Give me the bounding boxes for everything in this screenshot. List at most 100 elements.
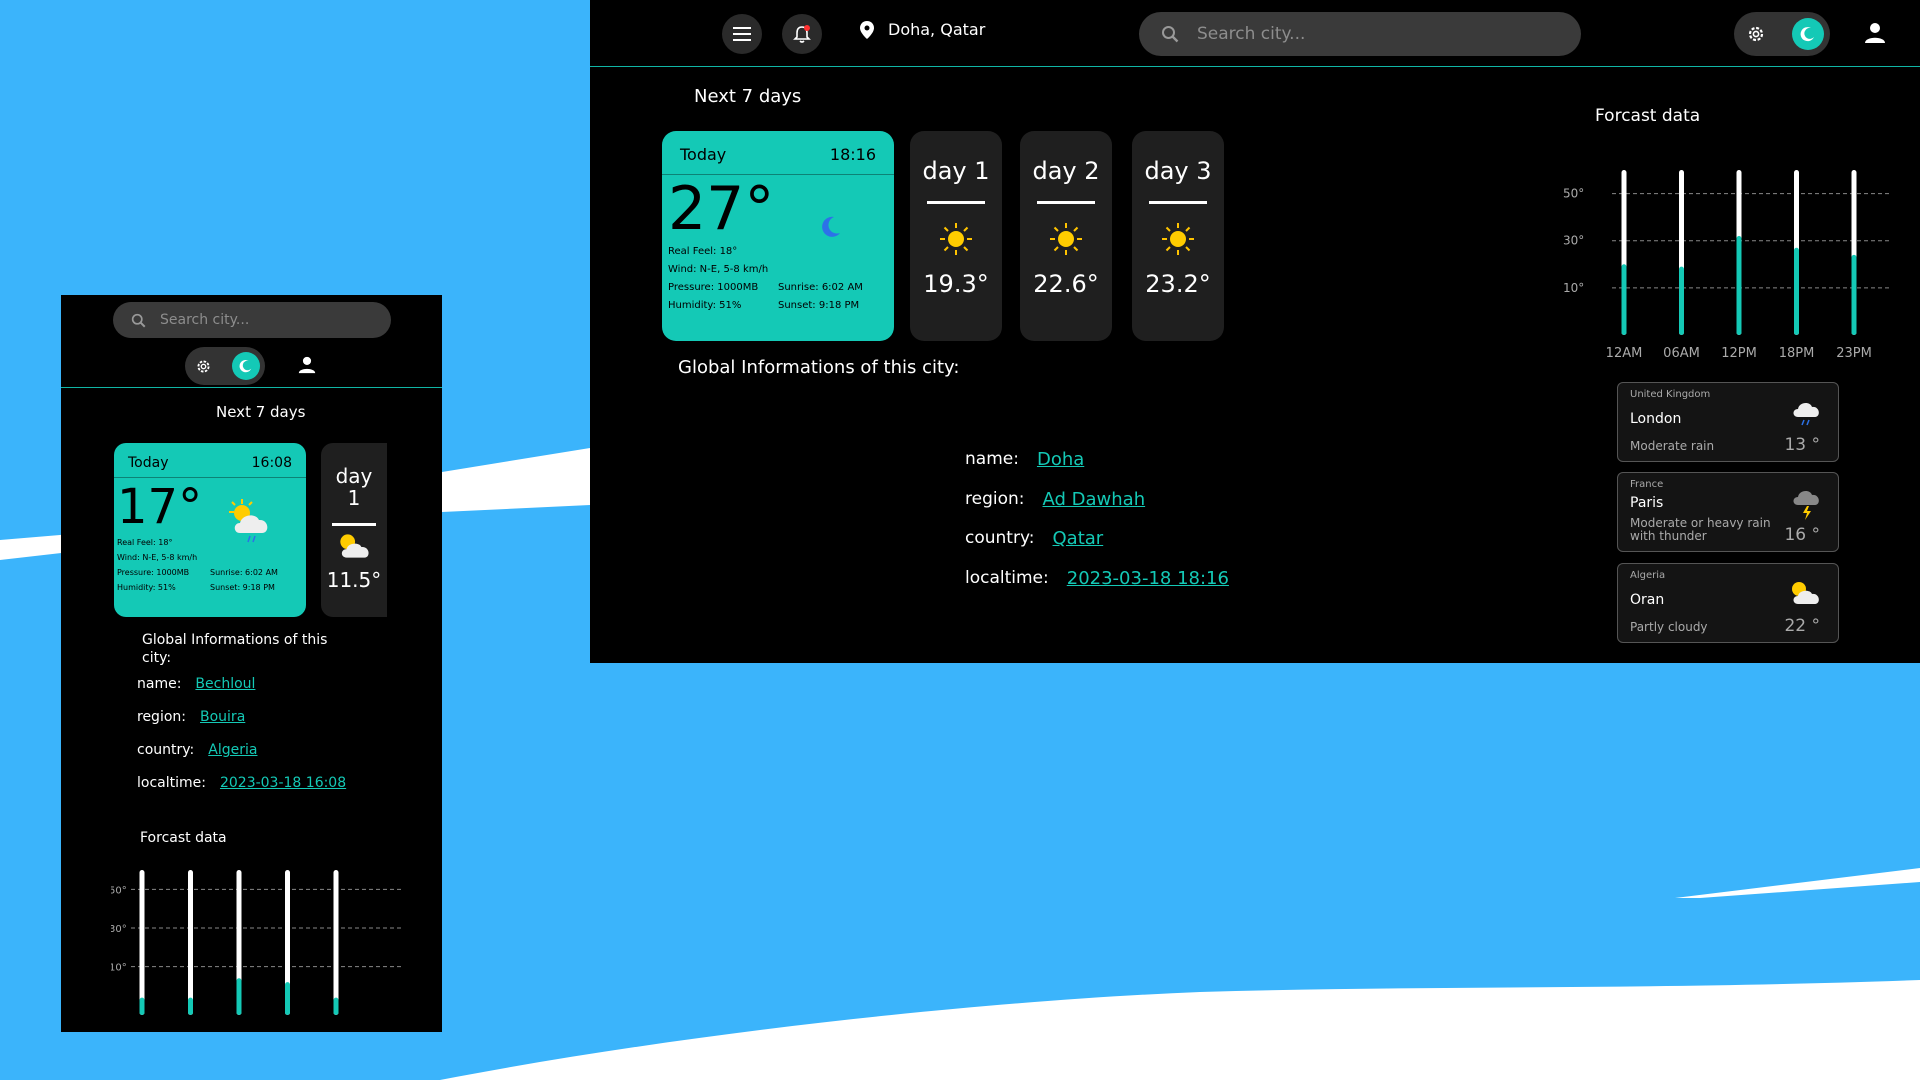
user-icon bbox=[1865, 23, 1885, 43]
forecast-bar bbox=[1851, 254, 1857, 335]
localtime-link[interactable]: 2023-03-18 18:16 bbox=[1067, 568, 1229, 589]
country-link[interactable]: Qatar bbox=[1053, 528, 1104, 549]
sunrise: Sunrise: 6:02 AM bbox=[210, 568, 278, 577]
info-label: country: bbox=[137, 742, 195, 758]
moon-icon bbox=[822, 216, 840, 237]
today-card[interactable]: Today 18:16 27° Real Feel: 18° Wind: N-E… bbox=[662, 131, 894, 341]
settings-theme-group bbox=[185, 347, 265, 385]
sun-icon bbox=[1020, 222, 1112, 260]
gear-icon[interactable] bbox=[195, 358, 212, 375]
y-tick-label: 10° bbox=[1563, 281, 1584, 295]
forecast-bar bbox=[1794, 247, 1799, 335]
search-bar[interactable] bbox=[1139, 12, 1581, 56]
weather-description: Moderate or heavy rain with thunder bbox=[1630, 516, 1771, 543]
location-label: Doha, Qatar bbox=[888, 20, 986, 39]
forecast-title: Forcast data bbox=[140, 830, 227, 846]
sun-icon bbox=[1132, 222, 1224, 260]
search-bar[interactable] bbox=[113, 302, 391, 338]
menu-button[interactable] bbox=[722, 14, 762, 54]
country-name: France bbox=[1630, 479, 1664, 490]
partly-cloudy-icon bbox=[340, 534, 369, 558]
city-weather-card[interactable]: France Paris Moderate or heavy rain with… bbox=[1617, 472, 1839, 552]
day-name: day 1 bbox=[321, 465, 387, 509]
bell-icon bbox=[793, 25, 811, 43]
sunset: Sunset: 9:18 PM bbox=[210, 583, 275, 592]
sun-icon bbox=[910, 222, 1002, 260]
day-card[interactable]: day 3 23.2° bbox=[1132, 131, 1224, 341]
country-name: Algeria bbox=[1630, 570, 1666, 581]
theme-toggle[interactable] bbox=[1792, 18, 1824, 50]
top-bar: Doha, Qatar bbox=[590, 0, 1920, 67]
rain-cloud-icon bbox=[1793, 403, 1819, 426]
city-name-link[interactable]: Bechloul bbox=[195, 676, 255, 692]
sunset: Sunset: 9:18 PM bbox=[778, 300, 860, 311]
country-name: United Kingdom bbox=[1630, 389, 1711, 400]
partly-cloudy-rain-icon bbox=[229, 499, 268, 543]
forecast-bar bbox=[1679, 266, 1684, 335]
forecast-bar bbox=[1736, 236, 1742, 335]
day-name: day 1 bbox=[922, 157, 990, 185]
forecast-title: Forcast data bbox=[1595, 106, 1701, 126]
next-days-title: Next 7 days bbox=[694, 86, 802, 107]
search-input[interactable] bbox=[160, 312, 360, 328]
info-region-row: region: Ad Dawhah bbox=[965, 489, 1145, 510]
today-label: Today bbox=[680, 145, 727, 164]
country-link[interactable]: Algeria bbox=[208, 742, 257, 758]
day-temperature: 19.3° bbox=[923, 270, 989, 298]
divider bbox=[927, 201, 985, 204]
forecast-bar bbox=[236, 978, 242, 1015]
sunrise: Sunrise: 6:02 AM bbox=[778, 282, 863, 293]
global-info-title-line: city: bbox=[142, 650, 172, 666]
city-weather-card[interactable]: Algeria Oran Partly cloudy 22 ° bbox=[1617, 563, 1839, 643]
today-card[interactable]: Today 16:08 17° Real Feel: 18° Wind: N-E… bbox=[114, 443, 306, 617]
search-input[interactable] bbox=[1197, 24, 1497, 44]
forecast-chart: 50° 30° 10° 12AM 06AM 12PM 18PM 23PM bbox=[1563, 170, 1890, 361]
city-weather-card[interactable]: United Kingdom London Moderate rain 13 ° bbox=[1617, 382, 1839, 462]
pressure: Pressure: 1000MB bbox=[117, 568, 190, 577]
real-feel: Real Feel: 18° bbox=[117, 538, 173, 547]
city-name: Oran bbox=[1630, 592, 1665, 608]
info-name-row: name: Bechloul bbox=[137, 676, 255, 692]
localtime-link[interactable]: 2023-03-18 16:08 bbox=[220, 775, 346, 791]
today-details: Real Feel: 18° Wind: N-E, 5-8 km/h Press… bbox=[117, 535, 197, 595]
today-time: 18:16 bbox=[829, 145, 876, 164]
today-temperature: 27° bbox=[668, 174, 775, 244]
forecast-bar-track bbox=[188, 870, 193, 1015]
day-name: day 3 bbox=[1144, 157, 1212, 185]
day-temperature: 22.6° bbox=[1033, 270, 1099, 298]
y-tick-label: 30° bbox=[111, 924, 127, 935]
current-location[interactable]: Doha, Qatar bbox=[860, 20, 985, 39]
hamburger-icon bbox=[733, 27, 751, 41]
info-label: name: bbox=[965, 449, 1019, 469]
day-card[interactable]: day 2 22.6° bbox=[1020, 131, 1112, 341]
profile-button[interactable] bbox=[298, 356, 316, 378]
day-card[interactable]: day 1 11.5° bbox=[321, 443, 387, 617]
forecast-bar bbox=[1621, 264, 1627, 335]
info-localtime-row: localtime: 2023-03-18 16:08 bbox=[137, 775, 346, 791]
info-country-row: country: Algeria bbox=[137, 742, 257, 758]
region-link[interactable]: Bouira bbox=[200, 709, 245, 725]
today-details: Real Feel: 18° Wind: N-E, 5-8 km/h Press… bbox=[668, 243, 768, 315]
moon-icon bbox=[1800, 27, 1814, 42]
moon-icon bbox=[239, 359, 252, 373]
city-temperature: 22 ° bbox=[1784, 616, 1820, 636]
forecast-bar-track bbox=[139, 870, 145, 1015]
today-sun-times: Sunrise: 6:02 AM Sunset: 9:18 PM bbox=[778, 279, 863, 315]
notifications-button[interactable] bbox=[782, 14, 822, 54]
forecast-chart: 50° 30° 10° bbox=[111, 870, 401, 1015]
region-link[interactable]: Ad Dawhah bbox=[1043, 489, 1146, 510]
profile-button[interactable] bbox=[1864, 22, 1886, 48]
humidity: Humidity: 51% bbox=[668, 300, 742, 311]
wind: Wind: N-E, 5-8 km/h bbox=[117, 553, 198, 562]
city-name-link[interactable]: Doha bbox=[1037, 449, 1084, 470]
gear-icon[interactable] bbox=[1746, 24, 1766, 44]
day-name: day 2 bbox=[1032, 157, 1100, 185]
info-label: name: bbox=[137, 676, 182, 692]
divider bbox=[114, 477, 306, 478]
theme-toggle[interactable] bbox=[232, 352, 260, 380]
y-tick-label: 50° bbox=[111, 885, 127, 896]
forecast-bar bbox=[188, 997, 193, 1015]
day-card[interactable]: day 1 19.3° bbox=[910, 131, 1002, 341]
desktop-window: Doha, Qatar Next 7 days Today 18:16 27° … bbox=[590, 0, 1920, 663]
user-icon bbox=[298, 356, 316, 374]
